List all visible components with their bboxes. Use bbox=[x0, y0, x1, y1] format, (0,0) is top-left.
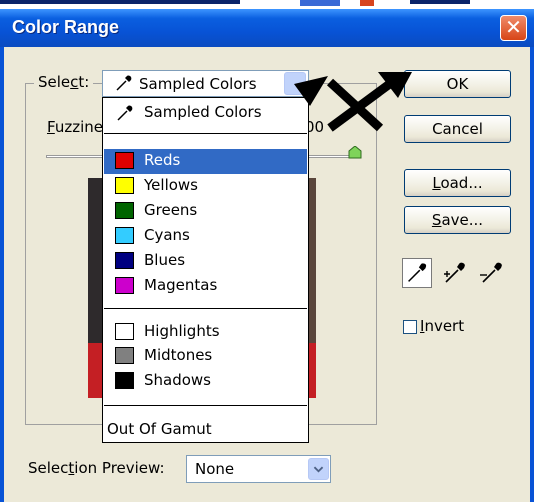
arrow-head-left bbox=[294, 76, 328, 106]
annotation-arrows bbox=[294, 72, 412, 132]
